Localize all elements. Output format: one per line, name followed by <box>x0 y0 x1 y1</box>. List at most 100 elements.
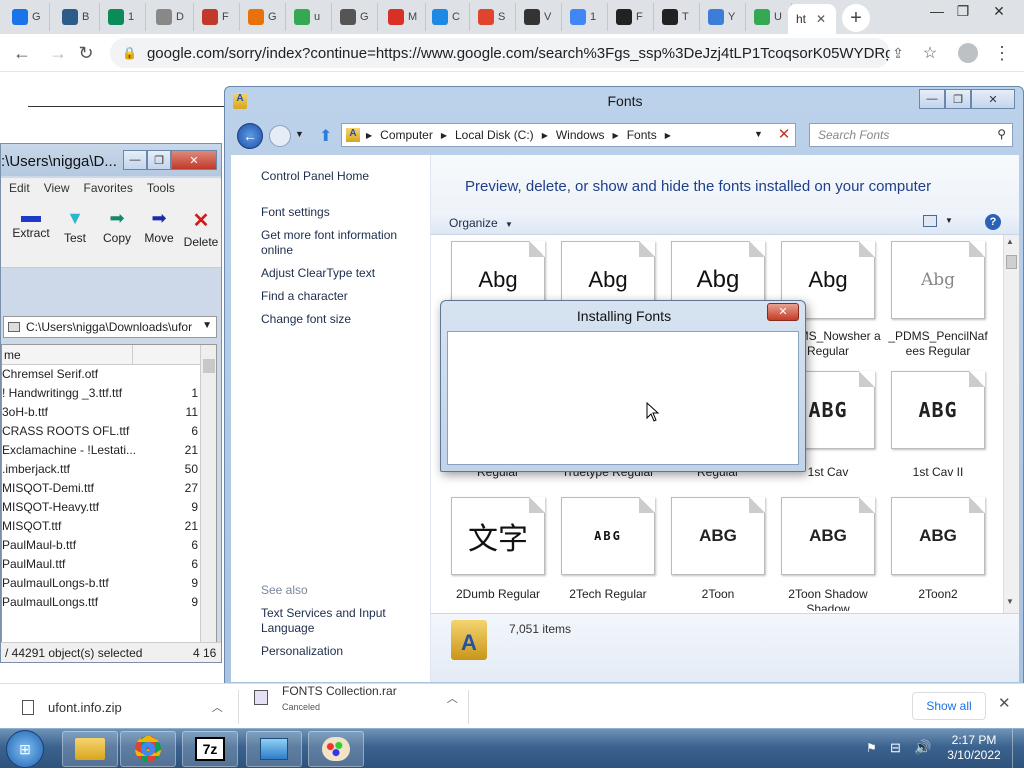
menu-item[interactable]: Tools <box>147 181 175 195</box>
browser-tab[interactable]: V <box>516 3 562 31</box>
table-row[interactable]: 3oH-b.ttf 11 <box>2 403 216 422</box>
close-tab-icon[interactable]: ✕ <box>816 12 826 26</box>
table-row[interactable]: Exclamachine - !Lestati... 21 <box>2 441 216 460</box>
breadcrumb[interactable]: A ▶ Computer ▶ Local Disk (C:) ▶ Windows… <box>341 123 796 147</box>
browser-tab[interactable]: D <box>148 3 194 31</box>
browser-tab[interactable]: T <box>654 3 700 31</box>
browser-tab[interactable]: B <box>54 3 100 31</box>
view-options-icon[interactable] <box>923 215 937 227</box>
action-center-flag-icon[interactable]: ⚑ <box>866 741 877 755</box>
browser-tab[interactable]: 1 <box>562 3 608 31</box>
kebab-menu-icon[interactable]: ⋮ <box>990 41 1014 65</box>
personalization-link[interactable]: Personalization <box>261 644 343 659</box>
breadcrumb-dropdown-icon[interactable]: ▼ <box>754 129 763 139</box>
up-arrow-icon[interactable]: ⬆ <box>319 126 332 146</box>
search-icon[interactable]: ⚲ <box>997 127 1006 141</box>
cleartype-link[interactable]: Adjust ClearType text <box>261 266 375 281</box>
find-character-link[interactable]: Find a character <box>261 289 348 304</box>
new-tab-button[interactable]: + <box>842 4 870 32</box>
table-row[interactable]: MISQOT-Heavy.ttf 9 <box>2 498 216 517</box>
7zip-taskbar-icon[interactable]: 7z <box>182 731 238 767</box>
extract-button[interactable]: Extract <box>11 208 51 240</box>
combo-dropdown-icon[interactable]: ▼ <box>202 320 212 331</box>
browser-tab[interactable]: M <box>380 3 426 31</box>
table-row[interactable]: MISQOT.ttf 21 <box>2 517 216 536</box>
table-row[interactable]: PaulMaul.ttf 6 <box>2 555 216 574</box>
browser-tab[interactable]: F <box>194 3 240 31</box>
reload-icon[interactable]: ↻ <box>74 41 98 65</box>
browser-tab[interactable]: u <box>286 3 332 31</box>
table-row[interactable]: PaulmaulLongs.ttf 9 <box>2 593 216 612</box>
breadcrumb-computer[interactable]: Computer <box>380 128 433 142</box>
browser-tab[interactable]: G <box>4 3 50 31</box>
7zip-maximize-button[interactable]: ❐ <box>147 150 171 170</box>
volume-icon[interactable]: 🔊 <box>914 739 931 756</box>
search-fonts-input[interactable]: Search Fonts ⚲ <box>809 123 1013 147</box>
table-row[interactable]: ! Handwritingg _3.ttf.ttf 1 <box>2 384 216 403</box>
view-dropdown-icon[interactable]: ▼ <box>945 216 953 225</box>
breadcrumb-local-disk[interactable]: Local Disk (C:) <box>455 128 534 142</box>
font-tile[interactable]: 文字 <box>451 497 545 575</box>
chrome-taskbar-icon[interactable] <box>120 731 176 767</box>
browser-tab[interactable]: C <box>424 3 470 31</box>
table-row[interactable]: MISQOT-Demi.ttf 27 <box>2 479 216 498</box>
download-item-ufont[interactable]: ufont.info.zip ︿ <box>22 690 223 724</box>
close-window-icon[interactable]: ✕ <box>984 0 1014 22</box>
forward-arrow-icon[interactable]: → <box>46 41 70 65</box>
browser-tab[interactable]: U <box>746 3 792 31</box>
7zip-path-combo[interactable]: C:\Users\nigga\Downloads\ufor ▼ <box>3 316 217 338</box>
paint-taskbar-icon[interactable] <box>308 731 364 767</box>
move-button[interactable]: ➡ Move <box>139 208 179 245</box>
fonts-maximize-button[interactable]: ❐ <box>945 89 971 109</box>
help-icon[interactable]: ? <box>985 214 1001 230</box>
network-icon[interactable]: ⊟ <box>890 740 901 756</box>
font-grid-scrollbar[interactable]: ▲ ▼ <box>1003 235 1019 613</box>
font-tile[interactable]: ABG <box>561 497 655 575</box>
font-settings-link[interactable]: Font settings <box>261 205 330 220</box>
font-tile[interactable]: ABG <box>891 367 992 449</box>
chevron-up-icon[interactable]: ︿ <box>447 690 458 706</box>
browser-tab[interactable]: 1 <box>100 3 146 31</box>
table-row[interactable]: Chremsel Serif.otf <box>2 365 216 384</box>
7zip-close-button[interactable]: ✕ <box>171 150 217 170</box>
text-services-link[interactable]: Text Services and Input Language <box>261 606 421 636</box>
font-tile[interactable]: ABG <box>891 493 992 575</box>
menu-item[interactable]: Edit <box>9 181 30 195</box>
7zip-minimize-button[interactable]: — <box>123 150 147 170</box>
fonts-minimize-button[interactable]: — <box>919 89 945 109</box>
close-downloads-icon[interactable]: ✕ <box>998 694 1011 712</box>
font-tile[interactable]: Abg <box>891 241 985 319</box>
browser-tab[interactable]: G <box>240 3 286 31</box>
browser-tab[interactable]: S <box>470 3 516 31</box>
copy-button[interactable]: ➡ Copy <box>97 208 137 245</box>
scroll-down-icon[interactable]: ▼ <box>1006 597 1014 606</box>
system-clock[interactable]: 2:17 PM 3/10/2022 <box>942 733 1006 763</box>
breadcrumb-fonts[interactable]: Fonts <box>627 128 657 142</box>
table-row[interactable]: PaulMaul-b.ttf 6 <box>2 536 216 555</box>
show-desktop-button[interactable] <box>1012 729 1024 769</box>
restore-icon[interactable]: ❐ <box>948 0 978 22</box>
back-arrow-icon[interactable]: ← <box>10 41 34 65</box>
menu-item[interactable]: Favorites <box>83 181 132 195</box>
scroll-up-icon[interactable]: ▲ <box>1006 237 1014 246</box>
change-font-size-link[interactable]: Change font size <box>261 312 351 327</box>
font-tile[interactable]: ABG <box>671 493 772 575</box>
share-icon[interactable]: ⇪ <box>886 41 910 65</box>
stop-icon[interactable]: ✕ <box>774 125 794 145</box>
fonts-close-button[interactable]: ✕ <box>971 89 1015 109</box>
control-panel-home-link[interactable]: Control Panel Home <box>261 169 369 184</box>
7zip-scrollbar[interactable] <box>200 345 216 643</box>
browser-tab[interactable]: G <box>332 3 378 31</box>
table-row[interactable]: .imberjack.ttf 50 <box>2 460 216 479</box>
control-panel-taskbar-icon[interactable] <box>246 731 302 767</box>
font-tile[interactable]: ABG <box>781 493 882 575</box>
delete-button[interactable]: ✕ Delete <box>181 208 221 249</box>
download-item-fonts-rar[interactable]: FONTS Collection.rar Canceled ︿ <box>254 684 458 724</box>
breadcrumb-windows[interactable]: Windows <box>556 128 605 142</box>
show-all-button[interactable]: Show all <box>912 692 986 720</box>
start-button[interactable]: ⊞ <box>6 730 44 768</box>
chevron-up-icon[interactable]: ︿ <box>212 699 223 715</box>
forward-arrow-icon[interactable] <box>269 125 291 147</box>
menu-item[interactable]: View <box>44 181 70 195</box>
back-arrow-icon[interactable]: ← <box>237 123 263 149</box>
